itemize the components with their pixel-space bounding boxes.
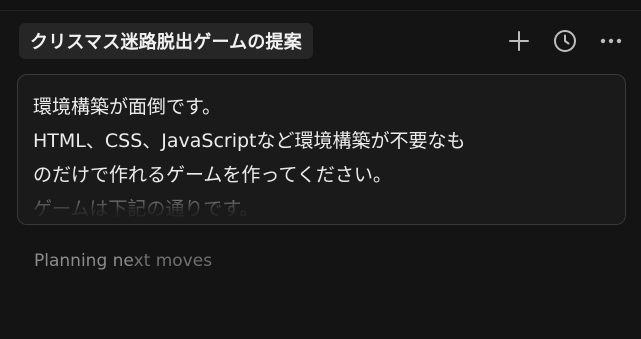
new-chat-button[interactable] [503, 26, 535, 56]
user-message-text: 環境構築が面倒です。 HTML、CSS、JavaScriptなど環境構築が不要な… [33, 90, 611, 224]
thread-title[interactable]: クリスマス迷路脱出ゲームの提案 [19, 23, 313, 59]
status-text: Planning next moves [34, 251, 212, 271]
message-line: HTML、CSS、JavaScriptなど環境構築が不要なも [33, 130, 466, 152]
ellipsis-icon [600, 38, 622, 44]
message-line: のだけで作れるゲームを作ってください。 [33, 164, 392, 186]
clock-icon [554, 30, 576, 52]
history-button[interactable] [549, 26, 581, 56]
status-text-dim: xt moves [133, 251, 213, 271]
more-button[interactable] [595, 26, 627, 56]
thread-header: クリスマス迷路脱出ゲームの提案 [0, 10, 641, 72]
status-text-bright: Planning ne [34, 251, 134, 271]
user-message-card[interactable]: 環境構築が面倒です。 HTML、CSS、JavaScriptなど環境構築が不要な… [17, 74, 626, 225]
message-line: ゲームは下記の通りです。 [33, 198, 259, 220]
plus-icon [509, 31, 529, 51]
header-actions [503, 26, 627, 56]
message-line: 環境構築が面倒です。 [33, 96, 222, 118]
